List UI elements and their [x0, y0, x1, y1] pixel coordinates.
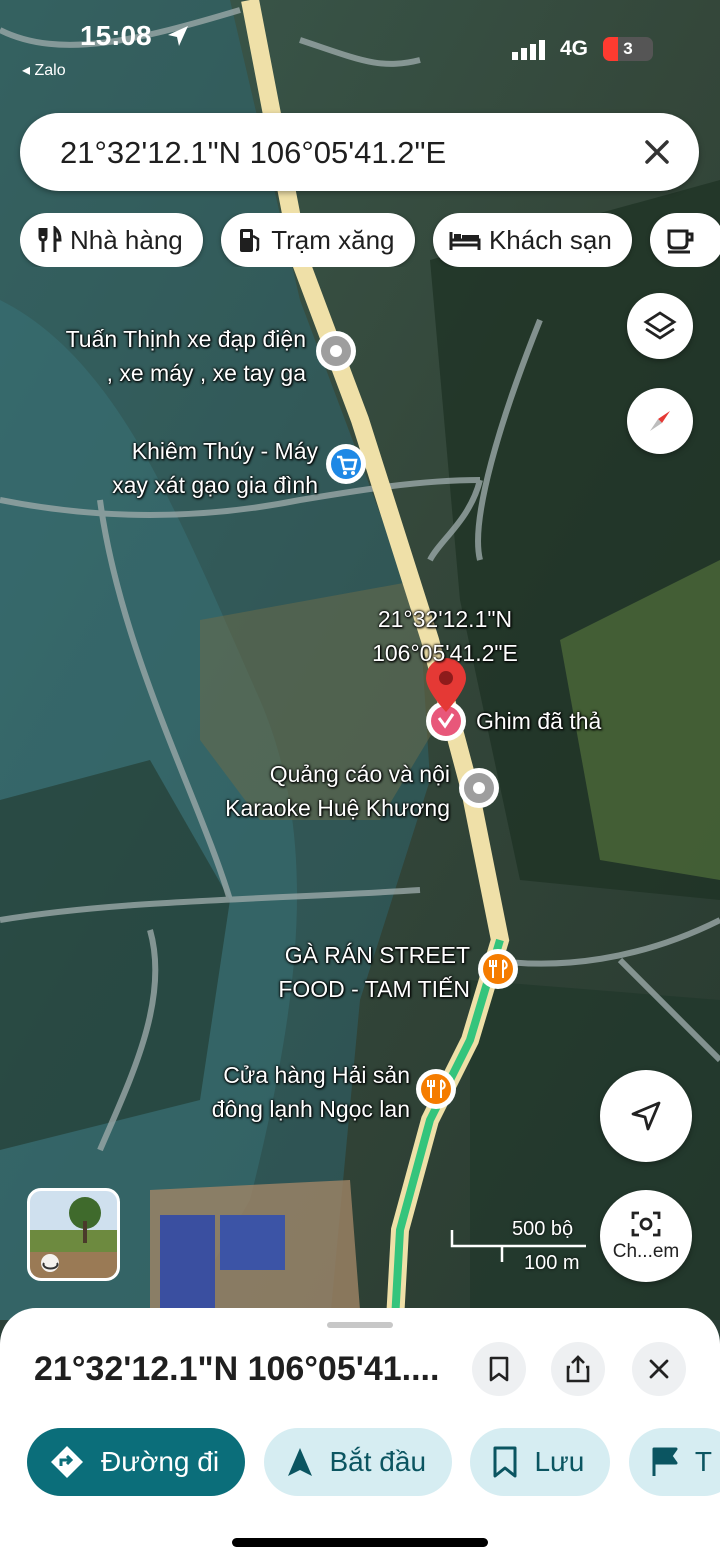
my-location-button[interactable]	[600, 1070, 692, 1162]
flag-icon	[652, 1447, 678, 1476]
directions-label: Đường đi	[101, 1446, 220, 1477]
drag-handle[interactable]	[327, 1322, 393, 1328]
navigation-start-icon	[287, 1448, 312, 1476]
camera-search-icon	[631, 1211, 661, 1237]
network-type: 4G	[560, 37, 589, 60]
bookmark-icon	[493, 1446, 517, 1478]
lens-label: Ch...em	[612, 1241, 680, 1262]
location-arrow-icon	[168, 26, 188, 46]
close-icon	[649, 1359, 669, 1379]
place-label-hai-san[interactable]: Cửa hàng Hải sản đông lạnh Ngọc lan	[170, 1058, 410, 1126]
close-icon[interactable]	[641, 136, 673, 168]
place-label-ga-ran[interactable]: GÀ RÁN STREET FOOD - TAM TIẾN	[240, 938, 470, 1006]
restaurant-marker-icon	[478, 949, 518, 989]
chip-label: Khách sạn	[488, 224, 612, 255]
chip-gas-stations[interactable]: Trạm xăng	[221, 213, 415, 267]
place-label-khiem-thuy[interactable]: Khiêm Thúy - Máy xay xát gạo gia đình	[70, 434, 318, 502]
save-label: Lưu	[534, 1446, 585, 1477]
home-indicator[interactable]	[232, 1538, 488, 1547]
place-label-line: Quảng cáo và nội	[269, 761, 450, 787]
directions-icon	[51, 1446, 83, 1478]
place-label-line: Cửa hàng Hải sản	[223, 1062, 410, 1088]
action-buttons: Đường đi Bắt đầu Lưu T	[27, 1428, 720, 1498]
layers-icon	[643, 311, 677, 340]
dropped-pin-label: Ghim đã thả	[476, 708, 602, 734]
pin-coord-lng: 106°05'41.2"E	[372, 640, 518, 666]
gas-station-icon	[240, 229, 260, 252]
street-view-image	[41, 1197, 101, 1272]
start-button[interactable]: Bắt đầu	[263, 1428, 453, 1496]
place-label-line: Tuấn Thịnh xe đạp điện	[65, 326, 306, 352]
label-button[interactable]: T	[628, 1428, 720, 1496]
search-input[interactable]: 21°32'12.1"N 106°05'41.2"E	[60, 135, 446, 171]
place-title: 21°32'12.1"N 106°05'41....	[34, 1350, 440, 1388]
place-marker-icon	[459, 768, 499, 808]
compass-button[interactable]	[627, 388, 693, 454]
bookmark-icon	[489, 1356, 509, 1382]
chip-label: Trạm xăng	[271, 224, 395, 255]
save-bookmark-button[interactable]	[472, 1342, 526, 1396]
chip-restaurants[interactable]: Nhà hàng	[20, 213, 203, 267]
chip-hotels[interactable]: Khách sạn	[432, 213, 632, 267]
restaurant-marker-icon	[416, 1069, 456, 1109]
place-label-line: đông lạnh Ngọc lan	[211, 1096, 410, 1122]
layers-button[interactable]	[627, 293, 693, 359]
share-icon	[566, 1355, 590, 1383]
compass-icon	[650, 411, 670, 431]
fork-knife-icon	[38, 226, 62, 252]
place-label-line: Khiêm Thúy - Máy	[131, 438, 318, 464]
back-to-app-link[interactable]: ◂ Zalo	[22, 60, 66, 80]
directions-button[interactable]: Đường đi	[27, 1428, 246, 1496]
chip-label: Nhà hàng	[70, 224, 183, 255]
search-bar[interactable]: 21°32'12.1"N 106°05'41.2"E	[20, 113, 699, 191]
signal-icon	[512, 40, 545, 60]
label-label: T	[694, 1446, 712, 1477]
navigation-arrow-icon	[631, 1101, 661, 1131]
scale-metric: 100 m	[524, 1252, 580, 1274]
place-label-line: xay xát gạo gia đình	[112, 472, 318, 498]
pin-coordinates-label: 21°32'12.1"N 106°05'41.2"E	[360, 602, 530, 670]
category-chips: Nhà hàng Trạm xăng Khách sạn	[20, 213, 720, 267]
pin-coord-lat: 21°32'12.1"N	[377, 606, 513, 632]
close-sheet-button[interactable]	[632, 1342, 686, 1396]
scale-imperial: 500 bộ	[512, 1218, 574, 1240]
place-label-tuan-thinh[interactable]: Tuấn Thịnh xe đạp điện , xe máy , xe tay…	[30, 322, 306, 390]
status-bar: 15:08 ◂ Zalo 4G 3	[0, 0, 720, 100]
place-marker-icon	[316, 331, 356, 371]
chip-coffee[interactable]	[650, 213, 720, 267]
bed-icon	[449, 232, 481, 250]
battery-level: 3	[623, 39, 633, 58]
street-view-thumbnail[interactable]	[27, 1188, 120, 1281]
map-scale: 500 bộ 100 m	[450, 1218, 590, 1278]
place-label-line: Karaoke Huệ Khương	[225, 795, 450, 821]
place-label-line: , xe máy , xe tay ga	[106, 360, 306, 386]
share-button[interactable]	[551, 1342, 605, 1396]
save-button[interactable]: Lưu	[470, 1428, 611, 1496]
start-label: Bắt đầu	[329, 1446, 427, 1477]
lens-button[interactable]: Ch...em	[600, 1190, 692, 1282]
clock: 15:08	[80, 20, 152, 51]
coffee-icon	[667, 229, 694, 254]
battery-icon: 3	[603, 37, 653, 61]
place-bottom-sheet[interactable]: 21°32'12.1"N 106°05'41.... Đường đi Bắt …	[0, 1308, 720, 1560]
place-label-line: FOOD - TAM TIẾN	[278, 976, 470, 1002]
shopping-cart-icon	[326, 444, 366, 484]
place-label-line: GÀ RÁN STREET	[284, 942, 470, 968]
place-label-karaoke[interactable]: Quảng cáo và nội Karaoke Huệ Khương	[190, 757, 450, 825]
